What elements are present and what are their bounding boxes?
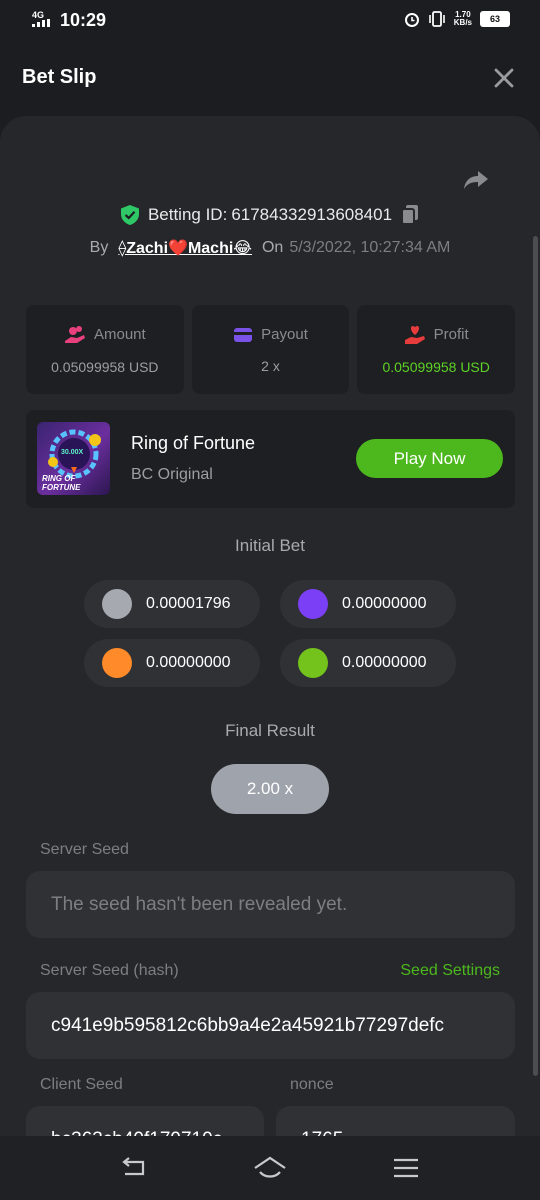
initial-bet-coin: 0.00000000 <box>84 639 260 687</box>
scrollbar[interactable] <box>533 236 538 1076</box>
back-icon[interactable] <box>119 1154 149 1182</box>
home-icon[interactable] <box>253 1154 287 1182</box>
vibrate-icon <box>428 11 445 27</box>
copy-icon[interactable] <box>400 204 420 226</box>
bet-slip-header: Bet Slip <box>0 42 540 116</box>
thumb-multiplier: 30.00X <box>61 449 84 456</box>
game-provider: BC Original <box>131 466 213 483</box>
network-speed: 1.70 KB/s <box>453 10 472 27</box>
game-name: Ring of Fortune <box>131 433 256 453</box>
network-indicator: 4G <box>32 11 52 28</box>
coins-hand-icon <box>64 325 85 343</box>
menu-icon[interactable] <box>391 1154 421 1182</box>
status-bar: 4G 10:29 1.70 KB/s 63 <box>0 0 540 42</box>
bet-stats: Amount 0.05099958 USD Payout 2 x Profit <box>26 305 516 394</box>
nonce-field[interactable]: 1765 <box>276 1106 515 1136</box>
initial-bet-coin: 0.00001796 <box>84 580 260 628</box>
close-icon[interactable] <box>492 66 516 90</box>
system-nav-bar <box>0 1136 540 1200</box>
server-seed-label: Server Seed <box>40 841 129 858</box>
betting-id-value: 61784332913608401 <box>231 205 393 224</box>
stat-payout-label: Payout <box>261 326 308 343</box>
share-icon[interactable] <box>462 166 490 194</box>
stat-profit: Profit 0.05099958 USD <box>357 305 516 394</box>
on-label: On <box>261 239 284 256</box>
page-title: Bet Slip <box>22 66 97 88</box>
initial-bet-coin: 0.00000000 <box>280 580 456 628</box>
coin-icon <box>298 648 328 678</box>
initial-bet-coin: 0.00000000 <box>280 639 456 687</box>
final-result-value: 2.00 x <box>211 764 329 814</box>
bet-date: 5/3/2022, 10:27:34 AM <box>289 239 451 256</box>
coin-icon <box>102 648 132 678</box>
card-icon <box>234 327 253 342</box>
stat-amount: Amount 0.05099958 USD <box>26 305 184 394</box>
initial-bet-title: Initial Bet <box>235 536 305 555</box>
server-seed-field: The seed hasn't been revealed yet. <box>26 871 515 938</box>
betting-id-label: Betting ID: <box>147 205 228 224</box>
coin-icon <box>102 589 132 619</box>
play-now-button[interactable]: Play Now <box>356 439 503 478</box>
stat-payout-value: 2 x <box>261 357 280 374</box>
client-seed-label: Client Seed <box>40 1076 123 1093</box>
game-card: 30.00X RING OF FORTUNE Ring of Fortune B… <box>26 410 515 508</box>
stat-profit-value: 0.05099958 USD <box>382 358 490 375</box>
bet-meta-row: By ⟠Zachi❤️Machi😂 On 5/3/2022, 10:27:34 … <box>0 238 540 258</box>
stat-amount-value: 0.05099958 USD <box>51 358 159 375</box>
final-result-title: Final Result <box>225 721 315 740</box>
user-link[interactable]: ⟠Zachi❤️Machi😂 <box>118 238 252 258</box>
alarm-icon <box>404 13 419 27</box>
shield-check-icon <box>120 205 139 225</box>
stat-profit-label: Profit <box>433 326 469 343</box>
battery-icon: 63 <box>480 11 510 27</box>
by-label: By <box>89 239 109 256</box>
signal-icon <box>32 19 50 27</box>
coin-icon <box>298 589 328 619</box>
clock: 10:29 <box>60 10 107 30</box>
game-thumbnail[interactable]: 30.00X RING OF FORTUNE <box>37 422 110 495</box>
thumb-title: RING OF FORTUNE <box>42 474 81 492</box>
client-seed-field[interactable]: bc363cb40f179710c <box>26 1106 264 1136</box>
bet-slip-sheet: Betting ID: 61784332913608401 By ⟠Zachi❤… <box>0 116 540 1136</box>
nonce-label: nonce <box>290 1076 334 1093</box>
hand-heart-icon <box>404 325 425 344</box>
betting-id-row: Betting ID: 61784332913608401 <box>0 204 540 226</box>
server-hash-label: Server Seed (hash) <box>40 962 179 979</box>
stat-amount-label: Amount <box>93 326 146 343</box>
seed-settings-link[interactable]: Seed Settings <box>400 962 500 980</box>
stat-payout: Payout 2 x <box>191 305 350 394</box>
server-hash-field[interactable]: c941e9b595812c6bb9a4e2a45921b77297defc <box>26 992 515 1059</box>
